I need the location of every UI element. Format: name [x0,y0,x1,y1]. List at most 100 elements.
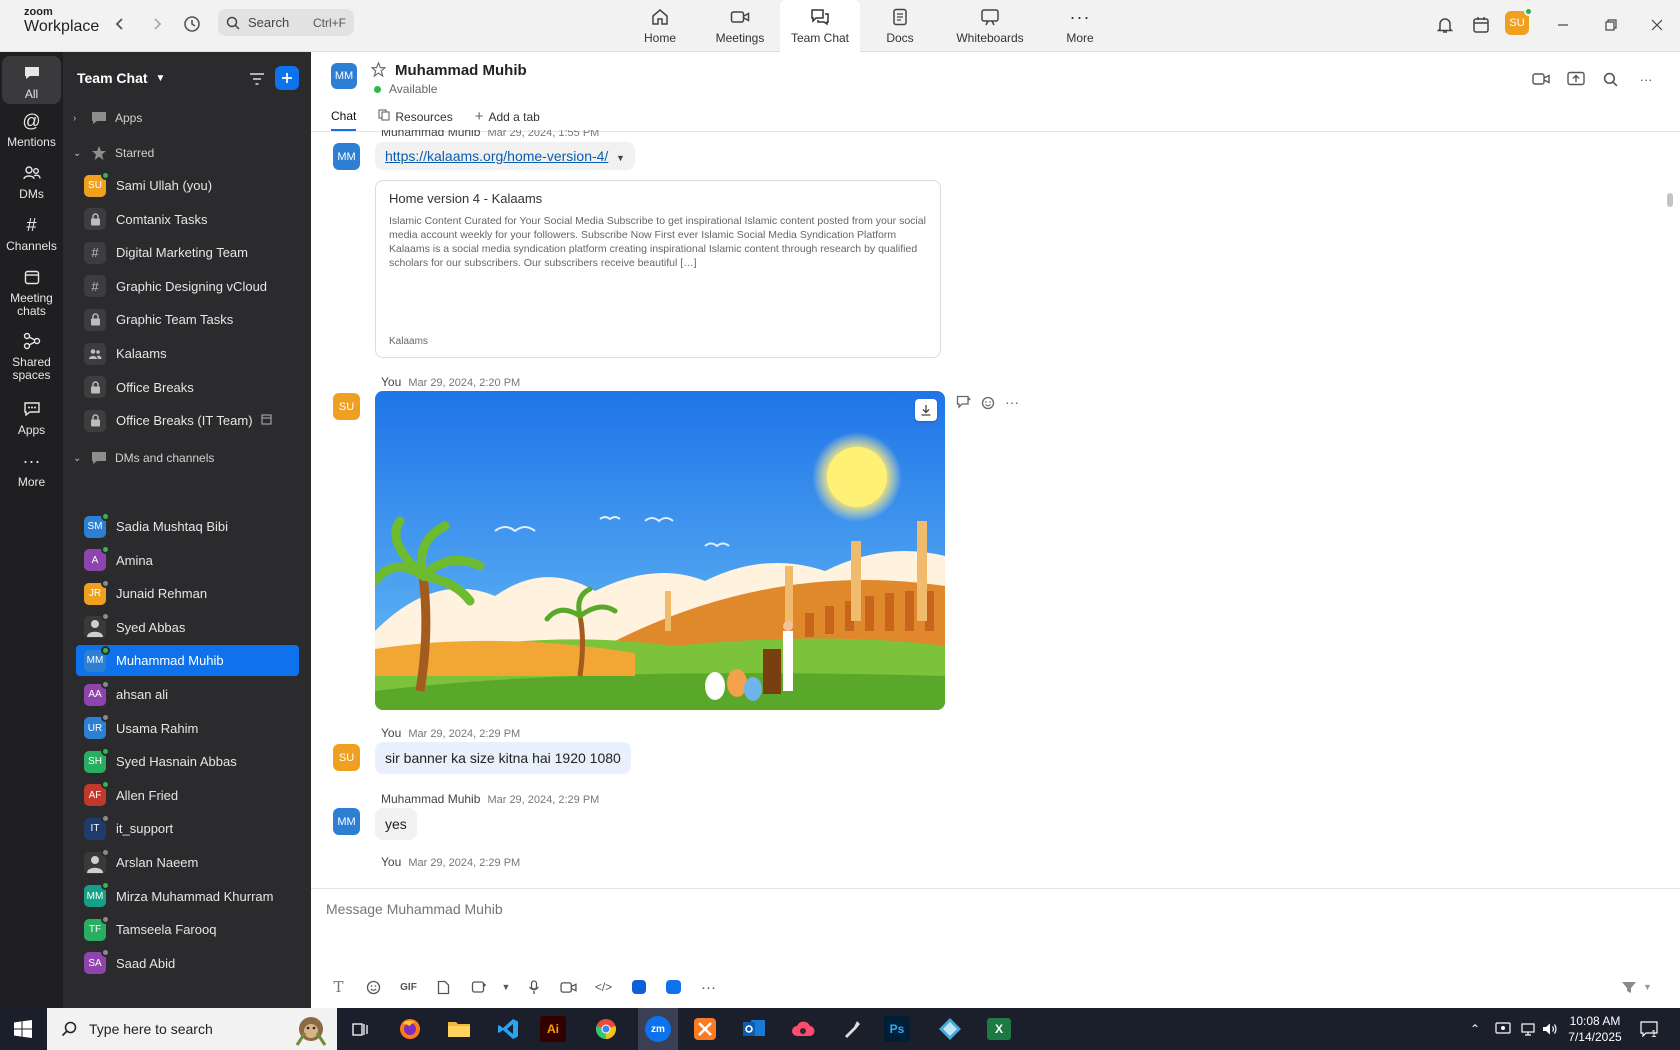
reply-icon[interactable] [952,394,976,410]
firefox-icon[interactable] [393,1013,427,1045]
share-screen-icon[interactable] [1565,68,1587,90]
image-attachment[interactable] [375,391,945,710]
sidebar-item-dm[interactable]: SA Saad Abid [76,948,299,979]
tray-app-icon[interactable] [1495,1008,1511,1050]
sidebar-item-starred[interactable]: Office Breaks [76,372,299,403]
rail-item-apps[interactable]: Apps [2,398,61,444]
zoom-taskbar-icon[interactable]: zm [638,1008,678,1050]
more-dots-icon[interactable]: ··· [1635,68,1657,90]
sender-avatar[interactable]: MM [333,808,360,835]
tab-chat[interactable]: Chat [331,108,357,131]
download-icon[interactable] [915,399,937,421]
nav-tab-docs[interactable]: Docs [860,0,940,52]
chat-scrollbar[interactable] [1666,137,1674,917]
tab-resources[interactable]: Resources [378,108,453,131]
message-link[interactable]: https://kalaams.org/home-version-4/ [385,148,608,164]
taskbar-clock[interactable]: 10:08 AM 7/14/2025 [1560,1013,1630,1045]
pen-tool-icon[interactable] [835,1013,869,1045]
new-chat-button[interactable] [275,66,299,90]
sidebar-item-dm[interactable]: A Amina [76,545,299,576]
sidebar-item-starred[interactable]: Graphic Team Tasks [76,304,299,335]
forward-arrow-icon[interactable] [145,12,169,36]
chevron-down-icon[interactable]: ▼ [1643,982,1652,992]
search-box[interactable]: Search Ctrl+F [218,9,354,36]
section-dms[interactable]: ⌄ DMs and channels [73,449,214,467]
sidebar-item-dm[interactable]: JR Junaid Rehman [76,578,299,609]
sidebar-item-starred[interactable]: Kalaams [76,338,299,369]
sidebar-item-starred[interactable]: Office Breaks (IT Team) [76,405,299,436]
contact-avatar[interactable]: MM [331,63,357,89]
contact-name[interactable]: Muhammad Muhib [395,62,527,79]
app-diamond-icon[interactable] [933,1013,967,1045]
user-avatar[interactable]: SU [1505,7,1533,35]
sidebar-item-starred[interactable]: Comtanix Tasks [76,204,299,235]
sidebar-item-dm[interactable]: AA ahsan ali [76,679,299,710]
nav-tab-meetings[interactable]: Meetings [700,0,780,52]
nav-tab-team-chat[interactable]: Team Chat [780,0,860,52]
sender-avatar[interactable]: SU [333,744,360,771]
rail-item-dms[interactable]: DMs [2,162,61,208]
rail-item-channels[interactable]: # Channels [2,214,61,260]
sidebar-item-starred[interactable]: # Graphic Designing vCloud [76,271,299,302]
caret-down-icon[interactable]: ▼ [616,153,625,163]
network-icon[interactable] [1520,1008,1536,1050]
rail-item-mentions[interactable]: @ Mentions [2,110,61,156]
code-snippet-icon[interactable]: </> [586,975,621,999]
format-text-icon[interactable]: T [321,975,356,999]
sidebar-item-dm[interactable]: MM Mirza Muhammad Khurram [76,881,299,912]
volume-icon[interactable] [1542,1008,1558,1050]
sidebar-title[interactable]: Team Chat ▼ [77,70,165,86]
more-dots-icon[interactable]: ··· [1000,394,1024,410]
chrome-icon[interactable] [589,1013,623,1045]
nav-tab-home[interactable]: Home [620,0,700,52]
message-input[interactable] [326,901,1526,917]
send-button[interactable]: ▼ [1621,975,1661,999]
sidebar-item-dm[interactable]: IT it_support [76,813,299,844]
file-icon[interactable] [426,975,461,999]
illustrator-icon[interactable]: Ai [540,1016,566,1042]
file-explorer-icon[interactable] [442,1013,476,1045]
tab-add[interactable]: + Add a tab [475,108,540,131]
back-arrow-icon[interactable] [108,12,132,36]
notifications-icon[interactable]: 1 [1640,1008,1658,1050]
sidebar-item-dm[interactable]: SH Syed Hasnain Abbas [76,746,299,777]
restore-icon[interactable] [1598,12,1624,38]
scrollbar-thumb[interactable] [1667,193,1673,207]
more-dots-icon[interactable]: ··· [691,975,726,999]
photoshop-icon[interactable]: Ps [884,1016,910,1042]
link-preview-card[interactable]: Home version 4 - Kalaams Islamic Content… [375,180,941,358]
tray-chevron-up-icon[interactable]: ⌃ [1470,1008,1480,1050]
sender-avatar[interactable]: MM [333,143,360,170]
search-icon[interactable] [1599,68,1621,90]
rail-item-more[interactable]: ··· More [2,450,61,496]
xampp-icon[interactable] [688,1013,722,1045]
chevron-down-icon[interactable]: ▼ [496,975,516,999]
bell-icon[interactable] [1432,12,1458,38]
sidebar-item-dm[interactable]: SM Sadia Mushtaq Bibi [76,511,299,542]
star-outline-icon[interactable] [370,61,387,80]
sidebar-item-dm[interactable]: UR Usama Rahim [76,713,299,744]
video-message-icon[interactable] [551,975,586,999]
microphone-icon[interactable] [516,975,551,999]
section-apps[interactable]: › Apps [73,109,142,127]
screenshot-icon[interactable] [461,975,496,999]
rail-item-all[interactable]: All [2,56,61,104]
rail-item-meeting-chats[interactable]: Meeting chats [2,266,61,324]
app-blue-icon[interactable] [621,975,656,999]
sidebar-item-dm[interactable]: Syed Abbas [76,612,299,643]
outlook-icon[interactable] [737,1013,771,1045]
sidebar-item-starred[interactable]: # Digital Marketing Team [76,237,299,268]
app-chat-icon[interactable] [656,975,691,999]
sidebar-item-dm[interactable]: Arslan Naeem [76,847,299,878]
close-icon[interactable] [1644,12,1670,38]
rail-item-shared-spaces[interactable]: Shared spaces [2,330,61,388]
minimize-icon[interactable] [1550,12,1576,38]
filter-icon[interactable] [246,68,268,90]
task-view-icon[interactable] [344,1013,378,1045]
section-starred[interactable]: ⌄ Starred [73,144,154,162]
emoji-icon[interactable] [356,975,391,999]
excel-icon[interactable]: X [982,1013,1016,1045]
sidebar-item-dm[interactable]: MM Muhammad Muhib [76,645,299,677]
creative-cloud-icon[interactable] [786,1013,820,1045]
calendar-icon[interactable] [1468,12,1494,38]
